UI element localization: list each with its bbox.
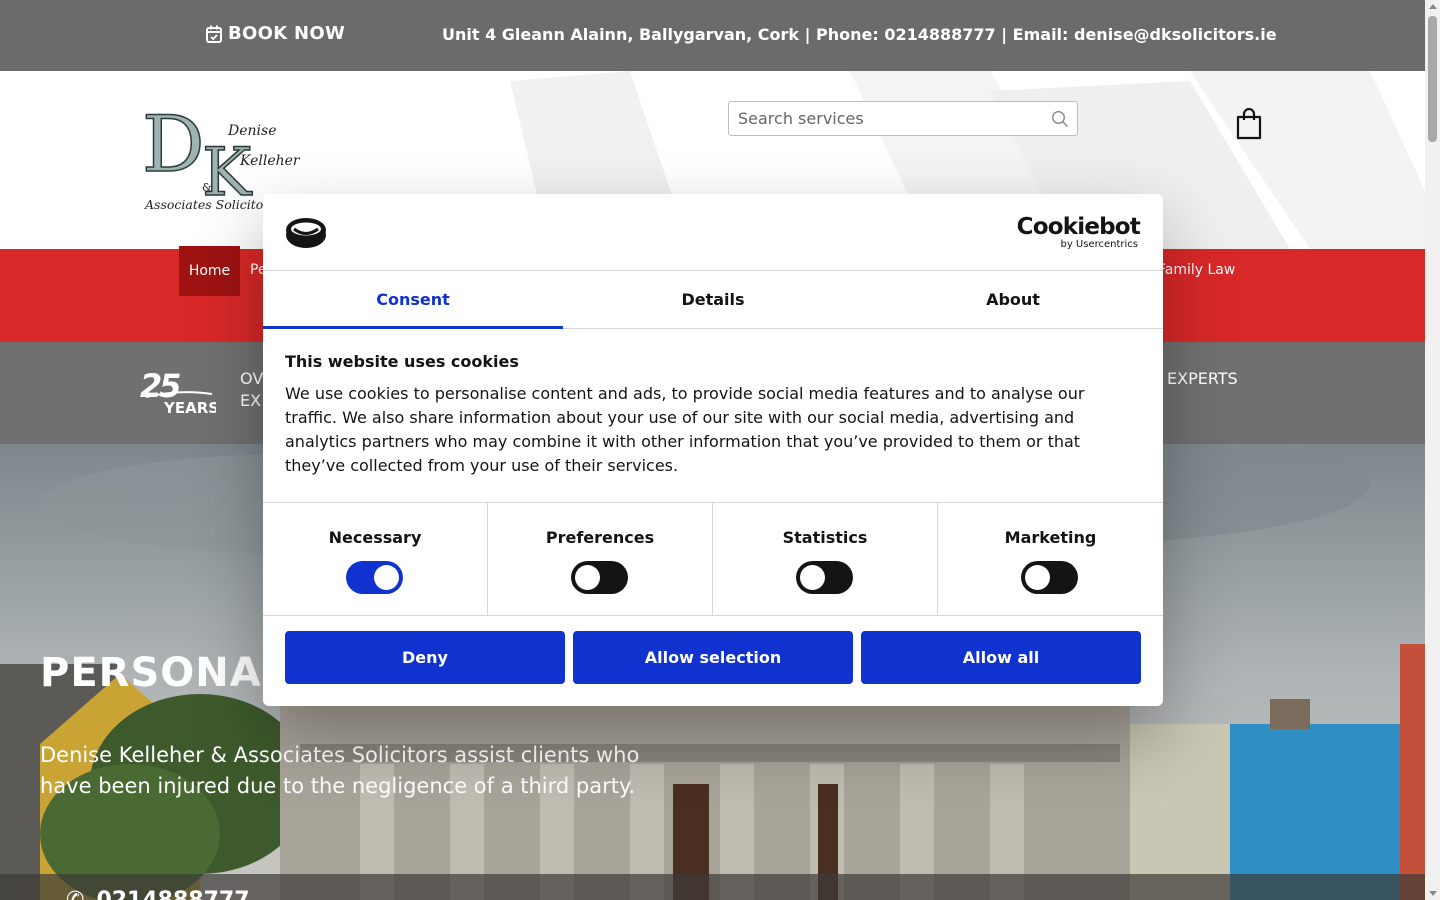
category-statistics: Statistics	[713, 503, 938, 615]
cookie-dialog-header: Cookiebot by Usercentrics	[263, 194, 1163, 271]
logo-text-associates: Associates Solicitors	[144, 197, 276, 212]
logo-text-kelleher: Kelleher	[239, 153, 300, 169]
cookie-dialog-body: This website uses cookies We use cookies…	[285, 352, 1141, 478]
toggle-knob	[1025, 565, 1050, 590]
cookie-dialog-text: We use cookies to personalise content an…	[285, 384, 1085, 475]
cookie-category-toggles: Necessary Preferences Statistics Marketi…	[263, 502, 1163, 616]
nav-item-family-law[interactable]: Family Law	[1158, 262, 1235, 278]
phone-icon: ✆	[66, 888, 84, 900]
marketing-toggle[interactable]	[1021, 561, 1078, 594]
logo-text-denise: Denise	[227, 123, 276, 139]
band-text-line1: OV	[240, 369, 264, 388]
scroll-down-arrow-icon[interactable]	[1429, 891, 1437, 896]
cookie-consent-dialog: Cookiebot by Usercentrics Consent Detail…	[263, 194, 1163, 706]
cookie-dialog-tabs: Consent Details About	[263, 271, 1163, 329]
allow-all-button[interactable]: Allow all	[861, 631, 1141, 684]
preferences-toggle[interactable]	[571, 561, 628, 594]
category-necessary: Necessary	[263, 503, 488, 615]
scrollbar-thumb[interactable]	[1428, 16, 1437, 142]
hero-title: PERSONAL	[40, 650, 289, 696]
cookiebot-logo-mark-icon	[286, 218, 326, 248]
nav-item-home[interactable]: Home	[179, 246, 240, 296]
cookie-dialog-buttons: Deny Allow selection Allow all	[285, 631, 1141, 684]
hero-phone-number: 0214888777	[96, 888, 249, 900]
book-now-label: BOOK NOW	[228, 23, 346, 44]
category-preferences-label: Preferences	[545, 528, 655, 547]
search-icon[interactable]	[1051, 110, 1069, 128]
category-marketing: Marketing	[938, 503, 1163, 615]
tab-details[interactable]: Details	[563, 271, 863, 328]
statistics-toggle[interactable]	[796, 561, 853, 594]
hero-phone-link[interactable]: ✆ 0214888777	[66, 888, 250, 900]
deny-button[interactable]: Deny	[285, 631, 565, 684]
toggle-knob	[374, 565, 399, 590]
calendar-check-icon	[206, 25, 222, 43]
toggle-knob	[575, 565, 600, 590]
cookiebot-brand-logo[interactable]: Cookiebot by Usercentrics	[1016, 214, 1141, 251]
cookiebot-brand-sub: by Usercentrics	[1060, 239, 1138, 250]
scroll-up-arrow-icon[interactable]	[1429, 4, 1437, 9]
category-necessary-label: Necessary	[328, 528, 422, 547]
category-marketing-label: Marketing	[1004, 528, 1097, 547]
page-scrollbar[interactable]	[1425, 0, 1440, 900]
necessary-toggle[interactable]	[346, 561, 403, 594]
shopping-bag-icon[interactable]	[1235, 108, 1263, 140]
toggle-knob	[800, 565, 825, 590]
band-text-line2: EX	[240, 391, 262, 410]
category-preferences: Preferences	[488, 503, 713, 615]
search-box	[728, 101, 1078, 136]
tab-about[interactable]: About	[863, 271, 1163, 328]
cookiebot-brand-name: Cookiebot	[1016, 214, 1141, 240]
hero-description: Denise Kelleher & Associates Solicitors …	[40, 743, 640, 798]
contact-details: Unit 4 Gleann Alainn, Ballygarvan, Cork …	[442, 25, 1277, 44]
cookie-dialog-title: This website uses cookies	[285, 352, 519, 371]
category-statistics-label: Statistics	[782, 528, 868, 547]
band-text-right: EXPERTS	[1167, 369, 1238, 388]
search-input[interactable]	[729, 102, 1029, 135]
25-years-badge: 25 YEARS	[140, 367, 216, 415]
book-now-link[interactable]: BOOK NOW	[206, 23, 345, 44]
top-info-bar: BOOK NOW Unit 4 Gleann Alainn, Ballygarv…	[0, 0, 1425, 71]
logo-text-ampersand: &	[202, 181, 212, 194]
badge-word: YEARS	[163, 399, 216, 415]
tab-consent[interactable]: Consent	[263, 271, 563, 329]
svg-text:D: D	[142, 100, 205, 190]
allow-selection-button[interactable]: Allow selection	[573, 631, 853, 684]
